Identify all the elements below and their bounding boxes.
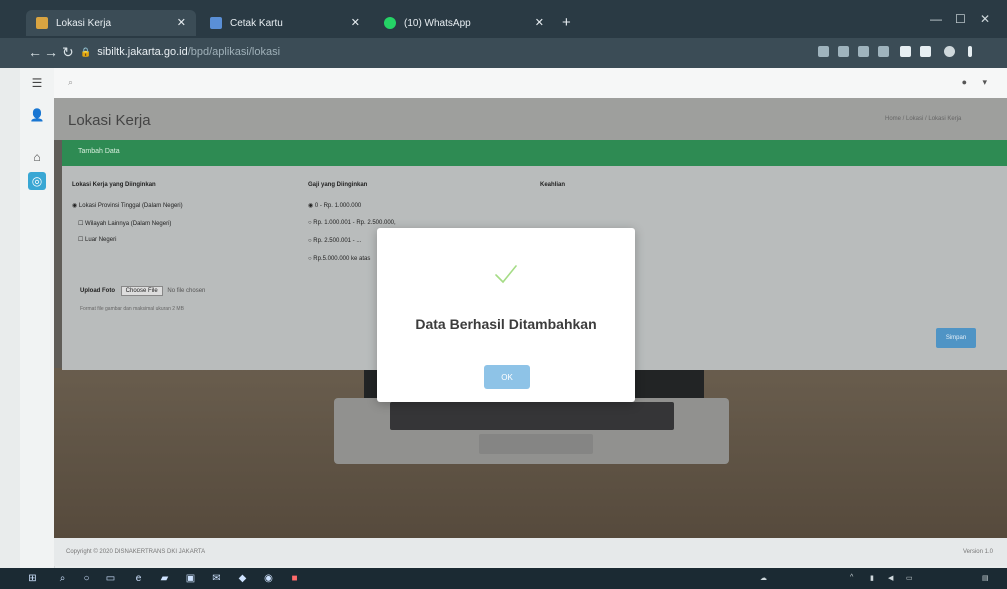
success-dialog: Data Berhasil Ditambahkan OK <box>377 228 635 402</box>
minimize-icon[interactable]: — <box>930 12 942 26</box>
weather-icon[interactable]: ☁ <box>760 574 767 582</box>
url-host: sibiltk.jakarta.go.id <box>97 46 188 58</box>
browser-tab-cetak[interactable]: Cetak Kartu ✕ <box>200 10 370 36</box>
file-status: No file chosen <box>167 288 206 294</box>
menu-kebab-icon[interactable] <box>968 46 972 57</box>
url-field[interactable]: 🔒 sibiltk.jakarta.go.id/bpd/aplikasi/loka… <box>80 46 280 58</box>
close-icon[interactable]: ✕ <box>351 16 360 29</box>
mail-icon[interactable]: ✉ <box>210 572 223 585</box>
page-title: Lokasi Kerja <box>68 112 151 129</box>
site-favicon-icon <box>36 17 48 29</box>
radio-gaji-1[interactable]: ◉ 0 - Rp. 1.000.000 <box>308 202 361 209</box>
tab-label: Cetak Kartu <box>230 17 283 29</box>
col-keahlian-title: Keahlian <box>540 182 566 188</box>
edge-icon[interactable]: e <box>132 572 145 585</box>
extension-icon[interactable] <box>858 46 869 57</box>
app-icon[interactable]: ◆ <box>236 572 249 585</box>
windows-start-icon[interactable]: ⊞ <box>26 572 39 585</box>
notification-icon[interactable]: ● <box>962 77 967 87</box>
extension-icon[interactable] <box>818 46 829 57</box>
store-icon[interactable]: ▣ <box>184 572 197 585</box>
radio-gaji-3[interactable]: ○ Rp. 2.500.001 - ... <box>308 238 361 244</box>
footer-version: Version 1.0 <box>962 549 993 555</box>
app-footer: Copyright © 2020 DISNAKERTRANS DKI JAKAR… <box>54 538 1007 566</box>
upload-hint: Format file gambar dan maksimal ukuran 2… <box>80 306 184 312</box>
location-icon[interactable]: ◎ <box>28 172 46 190</box>
tab-label: Lokasi Kerja <box>56 17 112 29</box>
profile-avatar[interactable] <box>944 46 955 57</box>
url-path: /bpd/aplikasi/lokasi <box>187 46 281 58</box>
browser-tab-whatsapp[interactable]: (10) WhatsApp ✕ <box>374 10 554 36</box>
whatsapp-icon <box>384 17 396 29</box>
app-sidebar: ☰ 👤 ⌂ ◎ <box>20 68 55 568</box>
close-icon[interactable]: ✕ <box>535 16 544 29</box>
browser-tab-lokasi[interactable]: Lokasi Kerja ✕ <box>26 10 196 36</box>
chrome-icon[interactable]: ◉ <box>262 572 275 585</box>
browser-tab-bar: Lokasi Kerja ✕ Cetak Kartu ✕ (10) WhatsA… <box>0 0 1007 38</box>
checkmark-icon <box>495 265 517 284</box>
page-header <box>54 98 1007 140</box>
volume-icon[interactable]: ◀ <box>888 574 893 582</box>
forward-icon[interactable]: → <box>44 44 58 60</box>
search-icon[interactable]: ⌕ <box>56 572 69 585</box>
extension-icon[interactable] <box>900 46 911 57</box>
new-tab-icon[interactable]: + <box>562 14 571 31</box>
home-icon[interactable]: ⌂ <box>28 148 46 166</box>
user-icon[interactable]: 👤 <box>28 106 46 124</box>
back-icon[interactable]: ← <box>28 44 42 60</box>
tab-label: (10) WhatsApp <box>404 17 471 29</box>
menu-icon[interactable]: ☰ <box>28 74 46 92</box>
chevron-up-icon[interactable]: ^ <box>850 574 853 581</box>
section-header: Tambah Data <box>62 140 1007 166</box>
extension-icon[interactable] <box>838 46 849 57</box>
cortana-icon[interactable]: ○ <box>80 572 93 585</box>
maximize-icon[interactable]: ☐ <box>955 12 966 26</box>
battery-icon[interactable]: ▭ <box>906 574 913 582</box>
radio-gaji-4[interactable]: ○ Rp.5.000.000 ke atas <box>308 256 370 262</box>
col-lokasi-title: Lokasi Kerja yang Diinginkan <box>72 182 156 188</box>
windows-taskbar: ⊞ ⌕ ○ ▭ e ▰ ▣ ✉ ◆ ◉ ■ ☁ ^ ▮ ◀ ▭ ▤ <box>0 568 1007 589</box>
section-header-label: Tambah Data <box>78 148 120 155</box>
dialog-title: Data Berhasil Ditambahkan <box>415 316 597 332</box>
col-gaji-title: Gaji yang Diinginkan <box>308 182 368 188</box>
app-icon[interactable]: ■ <box>288 572 301 585</box>
save-button[interactable]: Simpan <box>936 328 976 348</box>
folder-icon[interactable]: ▰ <box>158 572 171 585</box>
breadcrumb: Home / Lokasi / Lokasi Kerja <box>885 116 962 122</box>
ok-button[interactable]: OK <box>484 365 530 389</box>
reload-icon[interactable]: ↻ <box>62 44 74 61</box>
checkbox-luar-negeri[interactable]: ☐ Luar Negeri <box>78 236 116 243</box>
radio-lokasi-provinsi[interactable]: ◉ Lokasi Provinsi Tinggal (Dalam Negeri) <box>72 202 183 209</box>
radio-gaji-2[interactable]: ○ Rp. 1.000.001 - Rp. 2.500.000, <box>308 220 396 226</box>
close-icon[interactable]: ✕ <box>177 16 186 29</box>
chevron-down-icon[interactable]: ▾ <box>982 77 987 88</box>
notification-center-icon[interactable]: ▤ <box>982 574 989 582</box>
choose-file-button[interactable]: Choose File <box>120 286 163 296</box>
task-view-icon[interactable]: ▭ <box>104 572 117 585</box>
extension-icon[interactable] <box>920 46 931 57</box>
footer-copyright: Copyright © 2020 DISNAKERTRANS DKI JAKAR… <box>66 549 206 555</box>
close-window-icon[interactable]: ✕ <box>980 12 990 26</box>
checkbox-wilayah-lain[interactable]: ☐ Wilayah Lainnya (Dalam Negeri) <box>78 220 171 227</box>
nav-search-icon[interactable]: ⌕ <box>68 77 73 88</box>
upload-row: Upload Foto Choose File No file chosen <box>80 286 205 296</box>
site-favicon-icon <box>210 17 222 29</box>
bookmark-star-icon[interactable] <box>878 46 889 57</box>
network-icon[interactable]: ▮ <box>870 574 874 582</box>
lock-icon: 🔒 <box>80 47 92 57</box>
app-top-nav: ⌕ ● ▾ <box>54 68 1007 99</box>
upload-label: Upload Foto <box>80 288 115 294</box>
browser-address-bar: ← → ↻ 🔒 sibiltk.jakarta.go.id/bpd/aplikas… <box>0 38 1007 68</box>
